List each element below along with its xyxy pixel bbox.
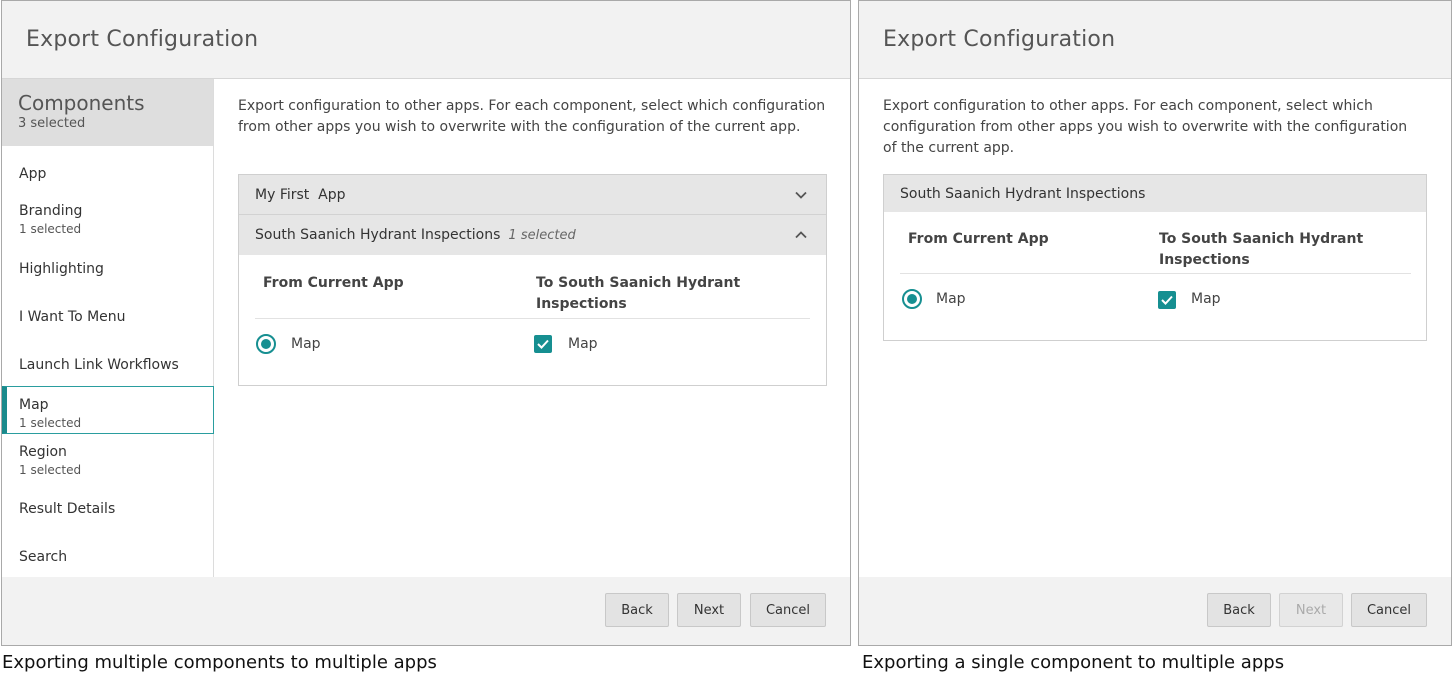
chevron-down-icon: [795, 191, 807, 199]
next-button[interactable]: Next: [1279, 593, 1343, 627]
from-option-label: Map: [291, 336, 321, 352]
sidebar-item-launch-link-workflows[interactable]: Launch Link Workflows: [2, 341, 214, 389]
export-dialog-multiple: Export Configuration Components 3 select…: [1, 0, 851, 646]
sidebar-item-count: 1 selected: [19, 222, 82, 236]
accordion-selected-count: 1 selected: [508, 227, 576, 243]
dialog-footer: Back Next Cancel: [859, 577, 1451, 645]
from-current-app-header: From Current App: [263, 275, 404, 291]
sidebar-item-label: Highlighting: [19, 261, 104, 277]
dialog-title: Export Configuration: [26, 27, 259, 52]
components-count: 3 selected: [18, 116, 86, 131]
back-button[interactable]: Back: [605, 593, 669, 627]
sidebar-item-label: Map: [19, 397, 49, 413]
export-dialog-single: Export Configuration Export configuratio…: [858, 0, 1452, 646]
components-heading: Components: [18, 91, 145, 115]
to-app-header: To South Saanich Hydrant Inspections: [1159, 231, 1364, 268]
divider: [255, 318, 810, 319]
from-option-label: Map: [936, 291, 966, 307]
accordion-title: South Saanich Hydrant Inspections: [255, 227, 501, 243]
panel-title: South Saanich Hydrant Inspections: [900, 185, 1146, 202]
panel-header-south-saanich: South Saanich Hydrant Inspections: [884, 175, 1426, 212]
sidebar-item-label: Region: [19, 444, 67, 460]
check-icon: [537, 339, 549, 349]
apps-accordion: My First App South Saanich Hydrant Inspe…: [238, 174, 827, 386]
dialog-title: Export Configuration: [883, 27, 1116, 52]
intro-text: Export configuration to other apps. For …: [883, 98, 1408, 156]
sidebar-item-label: I Want To Menu: [19, 309, 126, 325]
dialog-footer: Back Next Cancel: [2, 577, 850, 645]
dialog-header: Export Configuration: [859, 1, 1451, 79]
caption-left: Exporting multiple components to multipl…: [2, 652, 437, 673]
from-current-app-header: From Current App: [908, 231, 1049, 247]
back-button[interactable]: Back: [1207, 593, 1271, 627]
radio-selected[interactable]: [902, 289, 922, 309]
components-sidebar: Components 3 selected App Branding 1 sel…: [2, 79, 214, 579]
divider: [900, 273, 1411, 274]
accordion-title: My First App: [255, 186, 346, 203]
caption-right: Exporting a single component to multiple…: [862, 652, 1285, 673]
to-option-label: Map: [568, 336, 598, 352]
checkbox-checked[interactable]: [1158, 291, 1176, 309]
checkbox-checked[interactable]: [534, 335, 552, 353]
sidebar-item-label: Launch Link Workflows: [19, 357, 179, 373]
sidebar-item-i-want-to-menu[interactable]: I Want To Menu: [2, 293, 214, 341]
cancel-button[interactable]: Cancel: [1351, 593, 1427, 627]
sidebar-item-branding[interactable]: Branding 1 selected: [2, 193, 214, 241]
to-app-header: To South Saanich Hydrant Inspections: [536, 275, 741, 312]
cancel-button[interactable]: Cancel: [750, 593, 826, 627]
sidebar-item-count: 1 selected: [19, 463, 82, 477]
intro-text: Export configuration to other apps. For …: [238, 98, 826, 135]
sidebar-item-highlighting[interactable]: Highlighting: [2, 245, 214, 293]
accordion-header-south-saanich[interactable]: South Saanich Hydrant Inspections 1 sele…: [239, 215, 826, 255]
radio-selected[interactable]: [256, 334, 276, 354]
dialog-header: Export Configuration: [2, 1, 850, 79]
sidebar-item-app[interactable]: App: [2, 150, 214, 198]
sidebar-item-label: Search: [19, 549, 68, 565]
check-icon: [1161, 295, 1173, 305]
sidebar-item-label: Branding: [19, 203, 83, 219]
next-button[interactable]: Next: [677, 593, 741, 627]
sidebar-item-region[interactable]: Region 1 selected: [2, 434, 214, 482]
sidebar-item-label: App: [19, 166, 47, 182]
app-panel: South Saanich Hydrant Inspections From C…: [883, 174, 1427, 341]
sidebar-item-label: Result Details: [19, 501, 116, 517]
sidebar-item-map[interactable]: Map 1 selected: [2, 386, 214, 434]
sidebar-item-result-details[interactable]: Result Details: [2, 485, 214, 533]
sidebar-item-search[interactable]: Search: [2, 533, 214, 581]
to-option-label: Map: [1191, 291, 1221, 307]
chevron-up-icon: [795, 231, 807, 239]
sidebar-item-count: 1 selected: [19, 416, 82, 430]
accordion-header-my-first-app[interactable]: My First App: [239, 175, 826, 215]
components-header: Components 3 selected: [2, 79, 213, 146]
